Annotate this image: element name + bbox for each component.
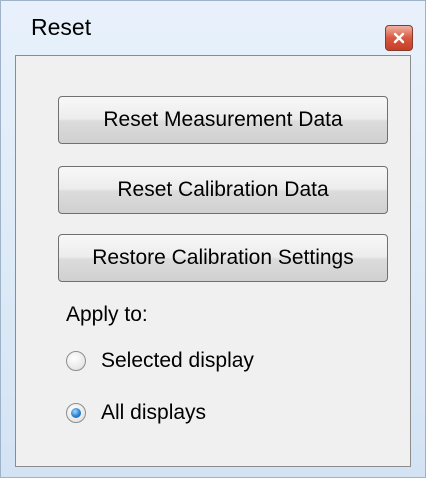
radio-button-all-displays[interactable] — [66, 403, 86, 423]
radio-label-selected-display: Selected display — [101, 349, 254, 372]
radio-option-selected-display[interactable]: Selected display — [66, 349, 254, 373]
dialog-body: Reset Measurement Data Reset Calibration… — [15, 55, 411, 467]
radio-label-all-displays: All displays — [101, 401, 207, 424]
reset-calibration-data-button[interactable]: Reset Calibration Data — [58, 166, 388, 214]
radio-button-selected-display[interactable] — [66, 351, 86, 371]
radio-option-all-displays[interactable]: All displays — [66, 401, 206, 425]
close-button[interactable] — [385, 25, 413, 51]
restore-calibration-settings-button[interactable]: Restore Calibration Settings — [58, 234, 388, 282]
apply-to-label: Apply to: — [66, 303, 148, 326]
close-icon — [393, 32, 405, 44]
reset-dialog: Reset Reset Measurement Data Reset Calib… — [0, 0, 426, 478]
window-title: Reset — [31, 14, 92, 40]
reset-measurement-data-button[interactable]: Reset Measurement Data — [58, 96, 388, 144]
title-bar[interactable]: Reset — [1, 1, 425, 55]
